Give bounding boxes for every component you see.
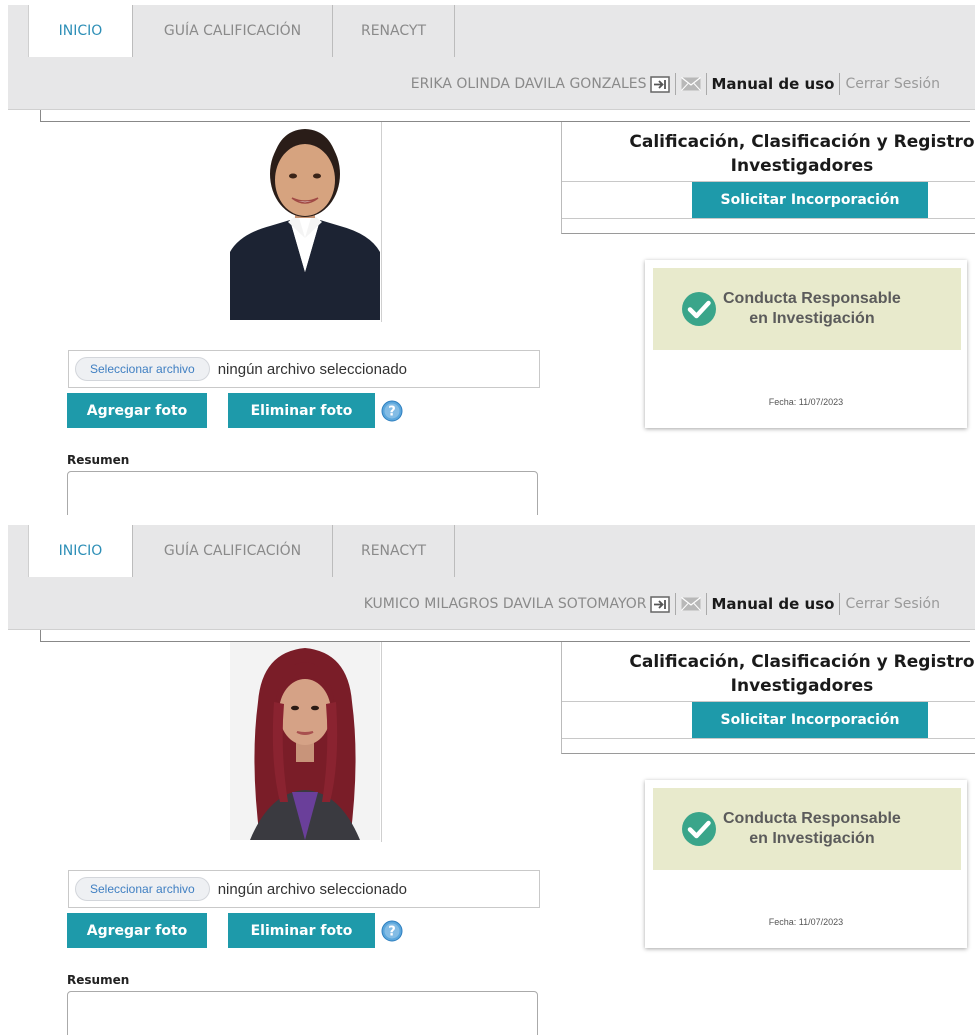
calificacion-box: Calificación, Clasificación y Registro I… <box>561 122 975 234</box>
calificacion-title: Calificación, Clasificación y Registro I… <box>602 130 975 178</box>
svg-text:?: ? <box>388 405 396 420</box>
profile-photo-image <box>230 642 380 840</box>
divider <box>839 73 841 95</box>
mail-icon[interactable] <box>680 597 701 611</box>
user-menu: ERIKA OLINDA DAVILA GONZALES Manual de u… <box>411 73 940 95</box>
divider <box>705 73 707 95</box>
nav-tabs: INICIO GUÍA CALIFICACIÓN RENACYT <box>28 525 455 577</box>
badge-date: Fecha: 11/07/2023 <box>768 397 844 407</box>
profile-photo-image <box>230 122 380 320</box>
content-frame <box>40 110 970 122</box>
profile-photo <box>230 122 382 322</box>
mail-icon[interactable] <box>680 77 701 91</box>
divider <box>839 593 841 615</box>
select-file-button[interactable]: Seleccionar archivo <box>75 877 210 901</box>
help-icon[interactable]: ? <box>381 920 403 942</box>
tab-inicio[interactable]: INICIO <box>28 525 133 577</box>
resumen-textarea[interactable] <box>67 471 538 515</box>
login-icon[interactable] <box>649 75 670 93</box>
content-frame <box>40 630 970 642</box>
tab-inicio[interactable]: INICIO <box>28 5 133 57</box>
resumen-textarea[interactable] <box>67 991 538 1035</box>
badge-text-line1: Conducta Responsable <box>723 810 901 827</box>
solicitar-incorporacion-button[interactable]: Solicitar Incorporación <box>692 182 928 218</box>
top-navigation-bar: INICIO GUÍA CALIFICACIÓN RENACYT KUMICO … <box>8 525 975 630</box>
delete-photo-button[interactable]: Eliminar foto <box>228 393 375 428</box>
conducta-responsable-badge[interactable]: Conducta Responsable en Investigación Fe… <box>645 260 967 428</box>
tab-renacyt[interactable]: RENACYT <box>333 525 455 577</box>
select-file-button[interactable]: Seleccionar archivo <box>75 357 210 381</box>
calificacion-title-line1: Calificación, Clasificación y Registro <box>629 652 975 672</box>
calificacion-title: Calificación, Clasificación y Registro I… <box>602 650 975 698</box>
badge-date: Fecha: 11/07/2023 <box>768 917 844 927</box>
help-icon[interactable]: ? <box>381 400 403 422</box>
user-name: ERIKA OLINDA DAVILA GONZALES <box>410 76 647 92</box>
logout-link[interactable]: Cerrar Sesión <box>845 76 940 92</box>
user-menu: KUMICO MILAGROS DAVILA SOTOMAYOR Manual … <box>364 593 940 615</box>
calificacion-box: Calificación, Clasificación y Registro I… <box>561 642 975 754</box>
divider <box>562 738 975 739</box>
user-name: KUMICO MILAGROS DAVILA SOTOMAYOR <box>363 596 647 612</box>
resumen-label: Resumen <box>67 453 130 467</box>
solicitar-incorporacion-button[interactable]: Solicitar Incorporación <box>692 702 928 738</box>
tab-guia-calificacion[interactable]: GUÍA CALIFICACIÓN <box>133 5 333 57</box>
tab-renacyt[interactable]: RENACYT <box>333 5 455 57</box>
login-icon[interactable] <box>649 595 670 613</box>
conducta-responsable-badge[interactable]: Conducta Responsable en Investigación Fe… <box>645 780 967 948</box>
divider <box>705 593 707 615</box>
manual-de-uso-link[interactable]: Manual de uso <box>712 595 835 613</box>
divider <box>562 218 975 219</box>
badge-text-line2: en Investigación <box>749 310 875 327</box>
badge-banner: Conducta Responsable en Investigación <box>653 268 961 350</box>
logout-link[interactable]: Cerrar Sesión <box>845 596 940 612</box>
divider <box>674 593 676 615</box>
file-input[interactable]: Seleccionar archivo ningún archivo selec… <box>68 870 540 908</box>
file-status-text: ningún archivo seleccionado <box>217 360 408 378</box>
screenshot-panel-1: INICIO GUÍA CALIFICACIÓN RENACYT ERIKA O… <box>0 0 975 515</box>
add-photo-button[interactable]: Agregar foto <box>67 913 207 948</box>
check-circle-icon <box>682 292 716 326</box>
nav-tabs: INICIO GUÍA CALIFICACIÓN RENACYT <box>28 5 455 57</box>
manual-de-uso-link[interactable]: Manual de uso <box>712 75 835 93</box>
divider <box>674 73 676 95</box>
svg-text:?: ? <box>388 925 396 940</box>
file-input[interactable]: Seleccionar archivo ningún archivo selec… <box>68 350 540 388</box>
calificacion-title-line2: Investigadores <box>730 156 874 176</box>
badge-banner: Conducta Responsable en Investigación <box>653 788 961 870</box>
check-circle-icon <box>682 812 716 846</box>
top-navigation-bar: INICIO GUÍA CALIFICACIÓN RENACYT ERIKA O… <box>8 5 975 110</box>
add-photo-button[interactable]: Agregar foto <box>67 393 207 428</box>
calificacion-title-line2: Investigadores <box>730 676 874 696</box>
resumen-label: Resumen <box>67 973 130 987</box>
badge-text: Conducta Responsable en Investigación <box>723 809 901 849</box>
tab-guia-calificacion[interactable]: GUÍA CALIFICACIÓN <box>133 525 333 577</box>
file-status-text: ningún archivo seleccionado <box>217 880 408 898</box>
badge-text: Conducta Responsable en Investigación <box>723 289 901 329</box>
calificacion-title-line1: Calificación, Clasificación y Registro <box>629 132 975 152</box>
badge-text-line2: en Investigación <box>749 830 875 847</box>
profile-photo <box>230 642 382 842</box>
badge-text-line1: Conducta Responsable <box>723 290 901 307</box>
delete-photo-button[interactable]: Eliminar foto <box>228 913 375 948</box>
screenshot-panel-2: INICIO GUÍA CALIFICACIÓN RENACYT KUMICO … <box>0 520 975 1035</box>
